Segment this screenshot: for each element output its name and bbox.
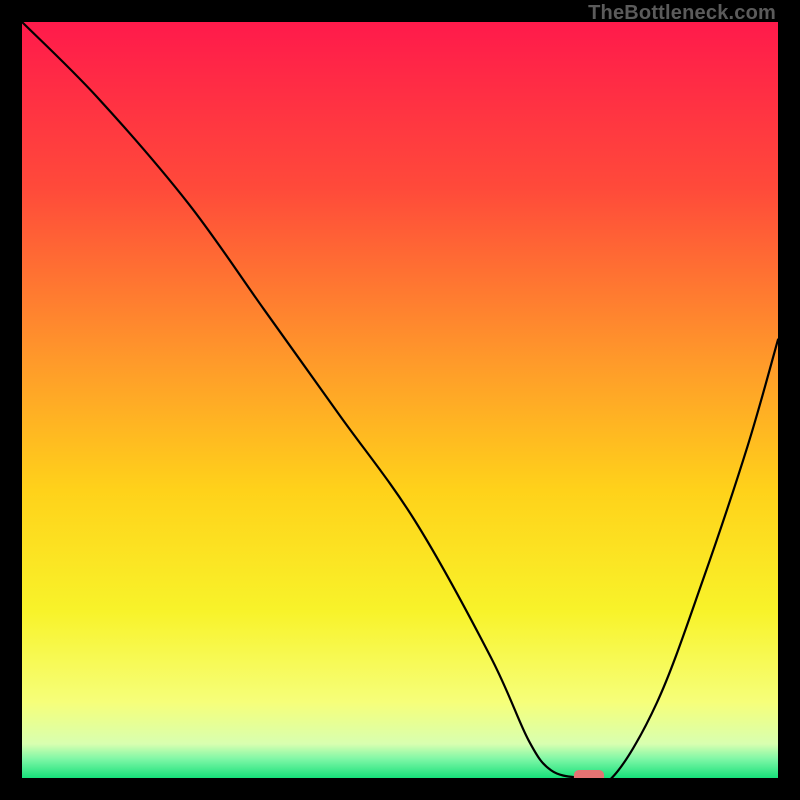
chart-svg: [22, 22, 778, 778]
gradient-fill: [22, 22, 778, 778]
chart-frame: [22, 22, 778, 778]
watermark-text: TheBottleneck.com: [588, 2, 776, 25]
optimal-marker: [574, 770, 604, 778]
